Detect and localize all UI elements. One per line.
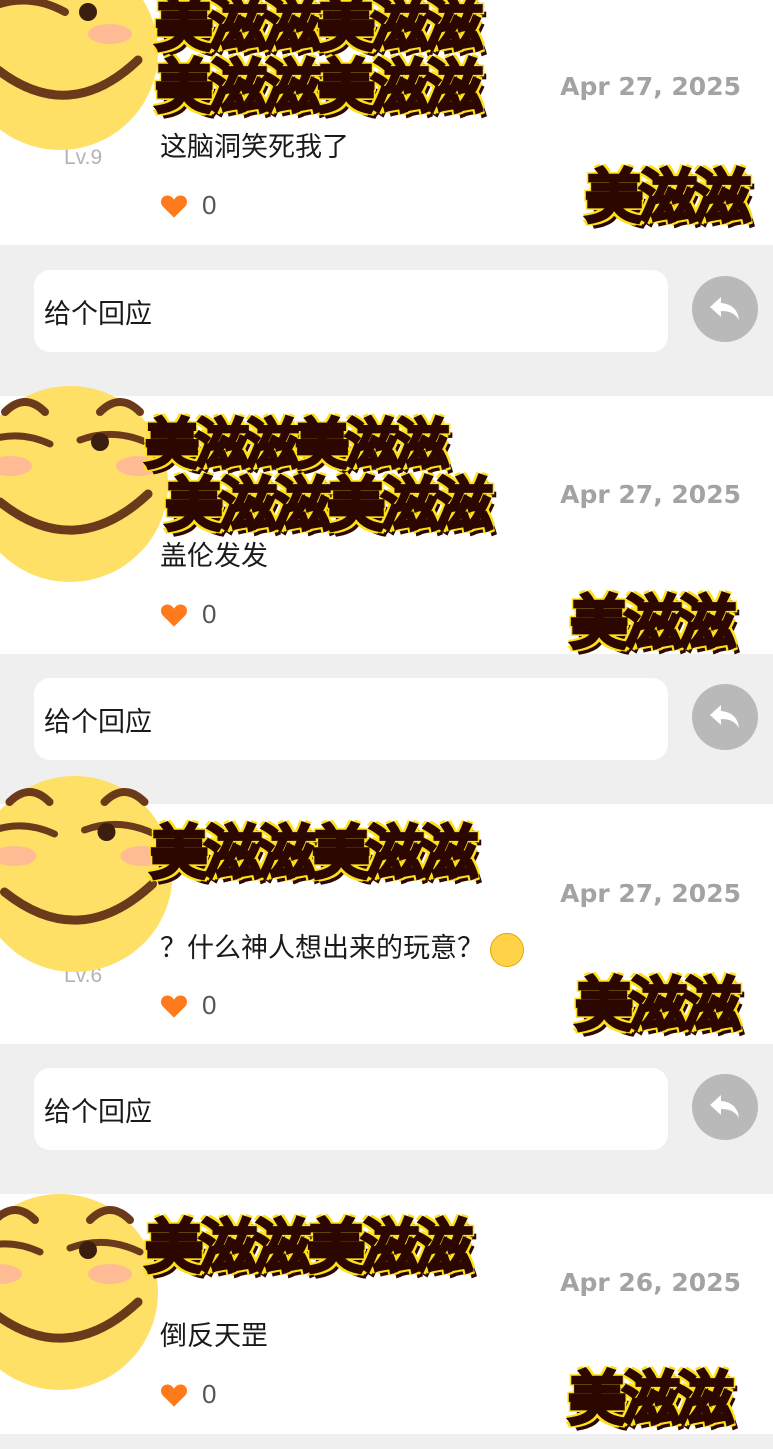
reply-input[interactable]: 给个回应 — [34, 1068, 668, 1150]
like-button[interactable]: 0 — [160, 190, 216, 221]
reply-button[interactable] — [692, 684, 758, 750]
reply-input[interactable]: 给个回应 — [34, 270, 668, 352]
like-count: 0 — [202, 599, 217, 629]
comment-text: ？什么神人想出来的玩意？ — [160, 926, 524, 967]
heart-icon — [160, 1383, 188, 1407]
reply-button[interactable] — [692, 276, 758, 342]
smirking-face-sticker — [0, 0, 158, 150]
reply-input[interactable]: 给个回应 — [34, 678, 668, 760]
like-count: 0 — [202, 990, 217, 1020]
caption-sticker: 美滋滋美滋滋 — [148, 818, 479, 889]
caption-sticker: 美滋滋美滋滋 — [143, 1212, 474, 1283]
heart-icon — [160, 994, 188, 1018]
reply-row: 给个回应 — [0, 246, 773, 396]
reply-arrow-icon — [710, 1095, 739, 1118]
heart-icon — [160, 603, 188, 627]
reply-row: 给个回应 — [0, 1044, 773, 1194]
caption-sticker: 美滋滋 — [566, 1364, 735, 1435]
speechless-face-emoji — [490, 932, 524, 967]
caption-sticker: 美滋滋美滋滋 — [153, 52, 484, 123]
like-button[interactable]: 0 — [160, 599, 216, 630]
comment-text-body: ？什么神人想出来的玩意？ — [160, 933, 484, 964]
caption-sticker: 美滋滋 — [583, 162, 752, 233]
caption-sticker: 美滋滋 — [573, 970, 742, 1041]
comment-date: Apr 27, 2025 — [560, 480, 741, 509]
heart-icon — [160, 194, 188, 218]
caption-sticker: 美滋滋美滋滋 — [163, 470, 494, 541]
comment-text: 这脑洞笑死我了 — [160, 132, 349, 163]
caption-sticker: 美滋滋 — [568, 588, 737, 659]
like-button[interactable]: 0 — [160, 1379, 216, 1410]
like-count: 0 — [202, 190, 217, 220]
reply-button[interactable] — [692, 1074, 758, 1140]
comment-date: Apr 27, 2025 — [560, 879, 741, 908]
like-count: 0 — [202, 1379, 217, 1409]
like-button[interactable]: 0 — [160, 990, 216, 1021]
comment-date: Apr 27, 2025 — [560, 72, 741, 101]
reply-arrow-icon — [710, 705, 739, 728]
comment-text: 倒反天罡 — [160, 1321, 268, 1352]
reply-arrow-icon — [710, 297, 739, 320]
comment-date: Apr 26, 2025 — [560, 1268, 741, 1297]
smirking-face-sticker — [0, 1194, 158, 1390]
